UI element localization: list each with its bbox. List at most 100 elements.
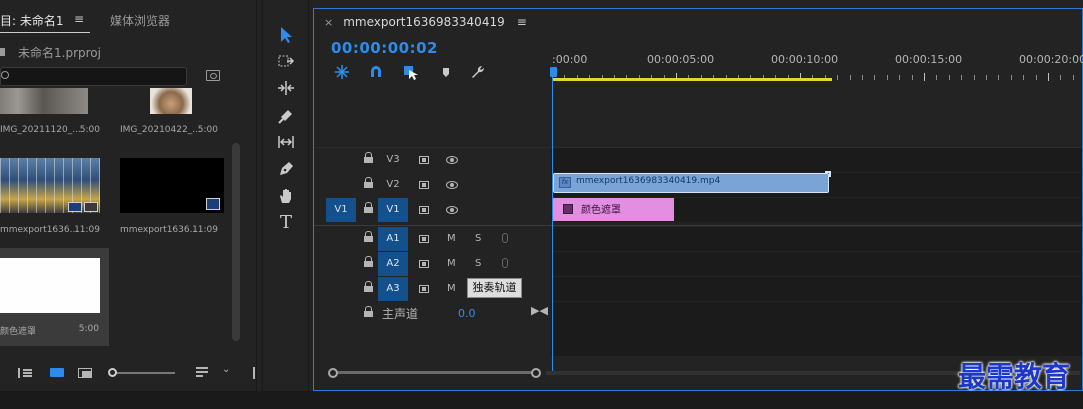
lock-icon[interactable] — [364, 231, 373, 243]
track-label-a3[interactable]: A3 — [378, 277, 408, 301]
solo-button[interactable]: S — [475, 227, 481, 251]
lock-icon[interactable] — [364, 177, 373, 189]
ripple-edit-tool-icon[interactable] — [276, 79, 296, 99]
zoom-slider-handle[interactable] — [108, 368, 117, 377]
eye-icon[interactable] — [446, 156, 458, 164]
master-volume-value[interactable]: 0.0 — [458, 307, 476, 320]
mute-button[interactable]: M — [447, 252, 456, 276]
track-a2: A2 M S — [314, 252, 1082, 277]
ruler-tick — [986, 75, 987, 80]
tab-media-browser[interactable]: 媒体浏览器 — [110, 12, 170, 29]
type-tool-icon[interactable]: T — [276, 213, 296, 233]
eye-icon[interactable] — [446, 206, 458, 214]
razor-tool-icon[interactable] — [276, 106, 296, 126]
track-label-v3[interactable]: V3 — [378, 148, 408, 172]
microphone-icon[interactable] — [502, 233, 508, 243]
close-icon[interactable]: × — [324, 16, 333, 29]
ruler-tick — [1010, 75, 1012, 80]
track-label-a1[interactable]: A1 — [378, 227, 408, 251]
track-label-v1[interactable]: V1 — [378, 198, 408, 222]
sync-lock-icon[interactable] — [419, 285, 429, 293]
ruler-tick — [874, 75, 876, 80]
clip-item[interactable]: mmexport1636... 11:09 — [118, 88, 230, 248]
scrollbar-track[interactable] — [334, 371, 534, 374]
list-view-icon[interactable] — [18, 368, 32, 378]
panel-menu-icon[interactable]: ≡ — [517, 15, 527, 29]
track-select-tool-icon[interactable] — [276, 52, 296, 72]
ruler-label: :00:00 — [552, 53, 588, 66]
new-bin-icon[interactable] — [206, 70, 220, 81]
work-area-bar[interactable] — [552, 78, 832, 81]
track-area-master[interactable] — [551, 302, 1082, 356]
solo-button[interactable]: S — [475, 252, 481, 276]
sync-lock-icon[interactable] — [419, 206, 429, 214]
track-area-a2[interactable] — [551, 252, 1082, 276]
lock-icon[interactable] — [364, 152, 373, 164]
panel-menu-icon[interactable]: ≡ — [74, 12, 84, 26]
more-icon[interactable] — [253, 367, 255, 379]
ruler-tick — [998, 75, 1000, 80]
clip-video-v2[interactable]: fx mmexport1636983340419.mp4 — [553, 171, 831, 193]
track-label-v2[interactable]: V2 — [378, 173, 408, 197]
project-file-icon — [0, 48, 5, 56]
scrollbar-handle-right[interactable] — [531, 368, 541, 378]
clip-name: mmexport1636983340419.mp4 — [576, 176, 721, 186]
clip-name: mmexport1636... — [120, 225, 199, 235]
tab-project[interactable]: 目: 未命名1 — [0, 12, 64, 29]
clip-item[interactable]: mmexport1636... 11:09 — [0, 88, 112, 248]
linked-selection-icon[interactable] — [403, 64, 419, 80]
track-area-v3[interactable] — [551, 148, 1082, 172]
search-icon — [1, 71, 9, 79]
project-toolbar: ⌄ — [0, 360, 257, 386]
sync-lock-icon[interactable] — [419, 181, 429, 189]
sync-lock-icon[interactable] — [419, 156, 429, 164]
master-track-label: 主声道 — [382, 307, 419, 321]
search-input[interactable] — [0, 67, 187, 86]
clip-color-matte-v1[interactable]: 颜色遮罩 — [553, 198, 674, 221]
lock-icon[interactable] — [364, 306, 373, 318]
icon-view-icon[interactable] — [50, 368, 64, 377]
sync-lock-icon[interactable] — [419, 260, 429, 268]
track-area-a3[interactable] — [551, 277, 1082, 301]
sort-icon[interactable] — [196, 367, 210, 377]
nest-icon[interactable] — [334, 64, 350, 80]
ruler-tick — [1048, 73, 1049, 81]
hand-tool-icon[interactable] — [276, 187, 296, 207]
wrench-icon[interactable] — [470, 64, 486, 80]
eye-icon[interactable] — [446, 181, 458, 189]
lock-icon[interactable] — [364, 256, 373, 268]
sync-lock-icon[interactable] — [419, 235, 429, 243]
project-tabs: 目: 未命名1 ≡ 媒体浏览器 — [0, 8, 257, 33]
add-marker-icon[interactable] — [438, 64, 454, 80]
timeline-panel: × mmexport1636983340419 ≡ 00:00:00:02 :00:… — [313, 8, 1083, 391]
project-scrollbar[interactable] — [232, 143, 240, 341]
ruler-tick — [973, 75, 975, 80]
microphone-icon[interactable] — [502, 258, 508, 268]
ruler-tick — [1023, 75, 1025, 80]
ruler-tick — [1035, 75, 1037, 80]
mute-button[interactable]: M — [447, 227, 456, 251]
scrollbar-handle-left[interactable] — [328, 368, 338, 378]
av-divider — [314, 225, 1082, 226]
ruler-tick — [924, 73, 925, 81]
go-to-end-icon[interactable]: ▶◀ — [531, 304, 548, 317]
sequence-tab[interactable]: × mmexport1636983340419 ≡ — [324, 15, 527, 29]
mute-button[interactable]: M — [447, 277, 456, 301]
slip-tool-icon[interactable] — [276, 133, 296, 153]
chevron-down-icon[interactable]: ⌄ — [222, 364, 230, 375]
track-label-a2[interactable]: A2 — [378, 252, 408, 276]
clip-item-selected[interactable]: 颜色遮罩 5:00 — [0, 248, 109, 346]
selection-tool-icon[interactable] — [276, 26, 296, 46]
lock-icon[interactable] — [364, 281, 373, 293]
zoom-slider-track[interactable] — [112, 372, 175, 374]
track-area-a1[interactable] — [551, 227, 1082, 251]
clip-thumbnail — [0, 258, 100, 313]
source-patch-v1[interactable]: V1 — [326, 198, 356, 222]
header-scrollbar[interactable] — [328, 368, 541, 378]
snap-magnet-icon[interactable] — [368, 64, 384, 80]
playhead-timecode[interactable]: 00:00:00:02 — [331, 39, 438, 57]
time-ruler[interactable]: :00:00 00:00:05:00 00:00:10:00 00:00:15:… — [552, 49, 1083, 89]
pen-tool-icon[interactable] — [276, 160, 296, 180]
freeform-view-icon[interactable] — [78, 368, 92, 378]
lock-icon[interactable] — [364, 202, 373, 214]
